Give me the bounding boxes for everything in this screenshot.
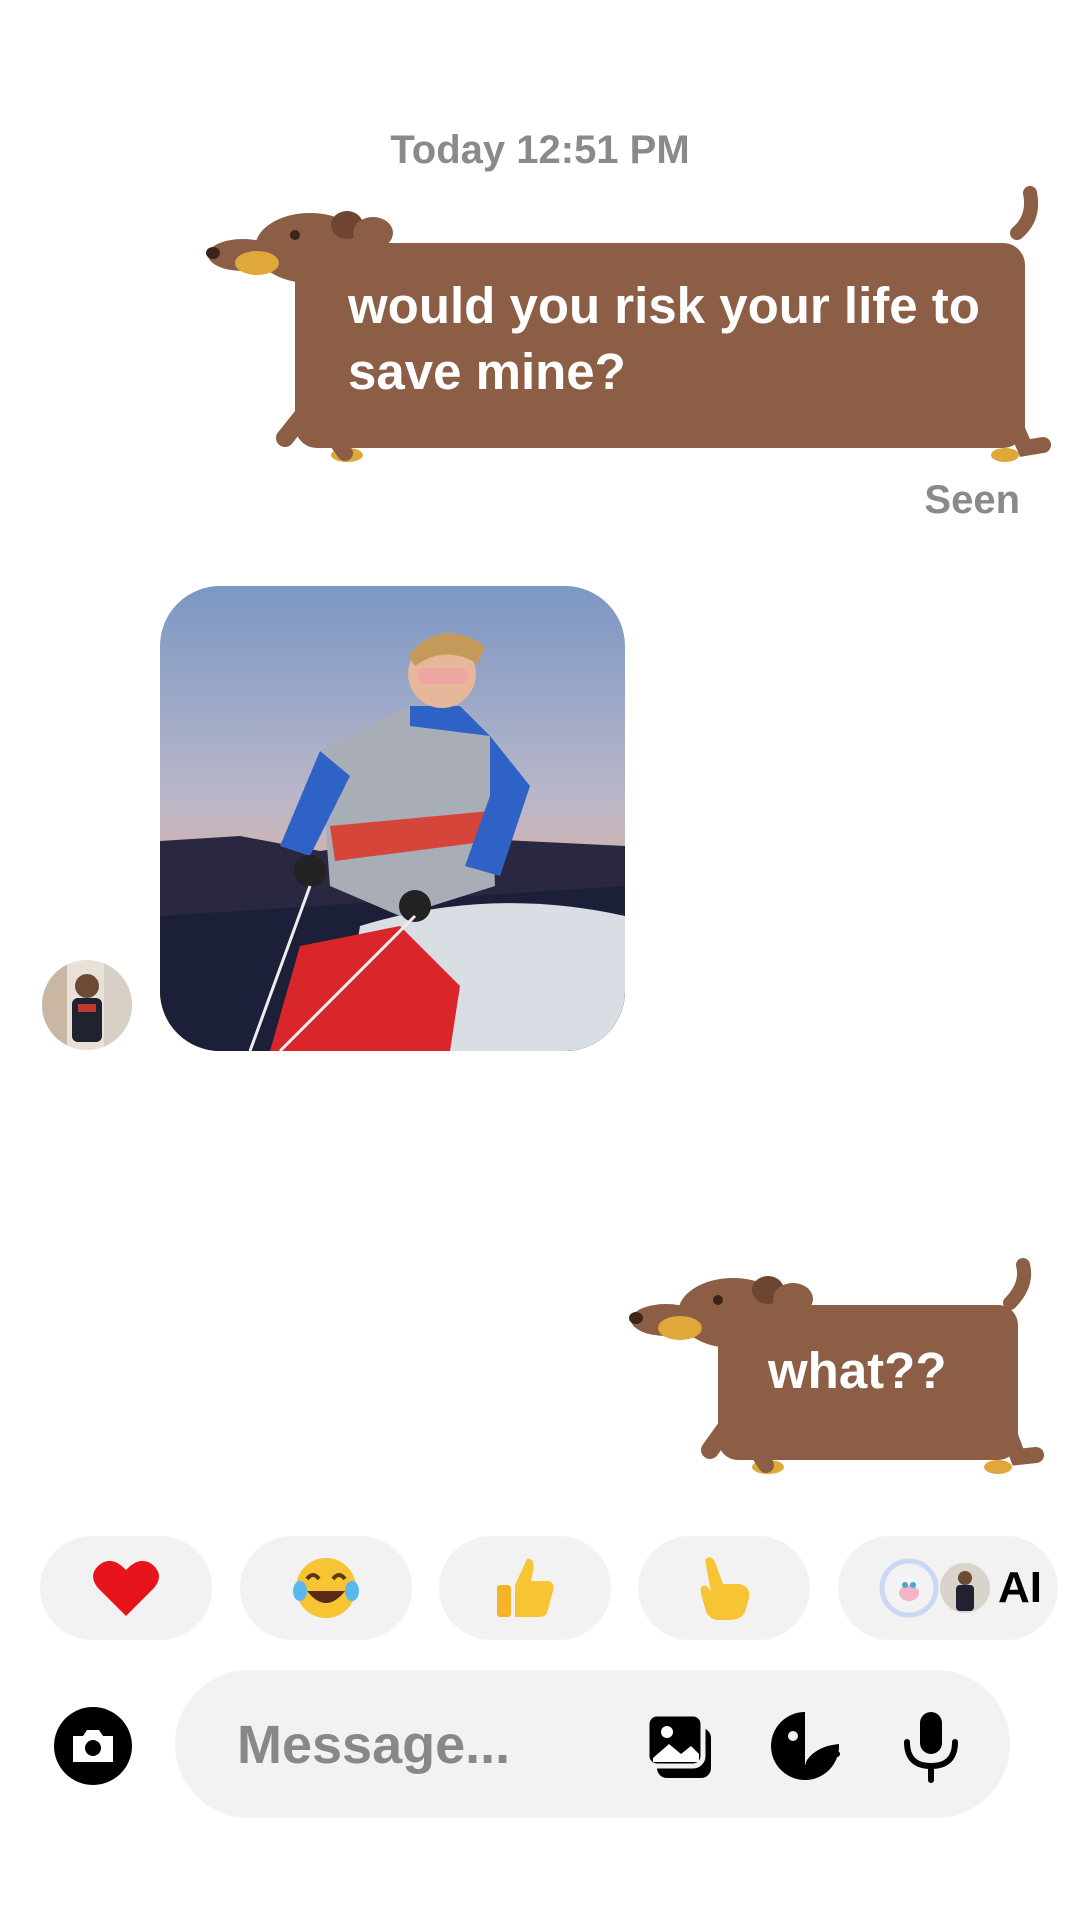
- ai-label: AI: [998, 1563, 1042, 1612]
- camera-button[interactable]: [54, 1707, 132, 1785]
- message-text: would you risk your life to save mine?: [348, 277, 980, 400]
- chat-timestamp: Today 12:51 PM: [390, 128, 690, 172]
- react-thumbs-up-button[interactable]: [439, 1536, 611, 1640]
- sent-message-bubble[interactable]: would you risk your life to save mine?: [206, 186, 1051, 463]
- sticker-button[interactable]: [767, 1708, 843, 1784]
- seen-receipt: Seen: [924, 478, 1020, 522]
- sticker-icon: [771, 1712, 840, 1780]
- heart-icon: [93, 1560, 159, 1616]
- message-text: what??: [768, 1342, 947, 1399]
- received-photo[interactable]: [160, 586, 625, 1051]
- react-heart-button[interactable]: [40, 1536, 212, 1640]
- message-composer: [175, 1670, 1010, 1818]
- quick-reactions-bar: AI: [0, 1536, 1080, 1646]
- camera-icon: [73, 1730, 113, 1762]
- microphone-icon: [904, 1712, 958, 1783]
- react-pointing-button[interactable]: [638, 1536, 810, 1640]
- sent-message-bubble[interactable]: what??: [629, 1258, 1044, 1480]
- voice-message-button[interactable]: [893, 1708, 969, 1784]
- message-input[interactable]: [235, 1708, 619, 1782]
- gallery-icon: [644, 1711, 711, 1778]
- react-laugh-button[interactable]: [240, 1536, 412, 1640]
- thumbs-up-icon: [497, 1558, 554, 1617]
- ai-chat-button[interactable]: AI: [838, 1536, 1058, 1640]
- contact-avatar-small: [940, 1563, 990, 1613]
- tears-of-joy-icon: [293, 1558, 359, 1618]
- pointing-up-icon: [700, 1557, 750, 1620]
- gallery-button[interactable]: [643, 1708, 719, 1784]
- meta-ai-icon: [879, 1558, 939, 1618]
- contact-avatar[interactable]: [42, 960, 132, 1050]
